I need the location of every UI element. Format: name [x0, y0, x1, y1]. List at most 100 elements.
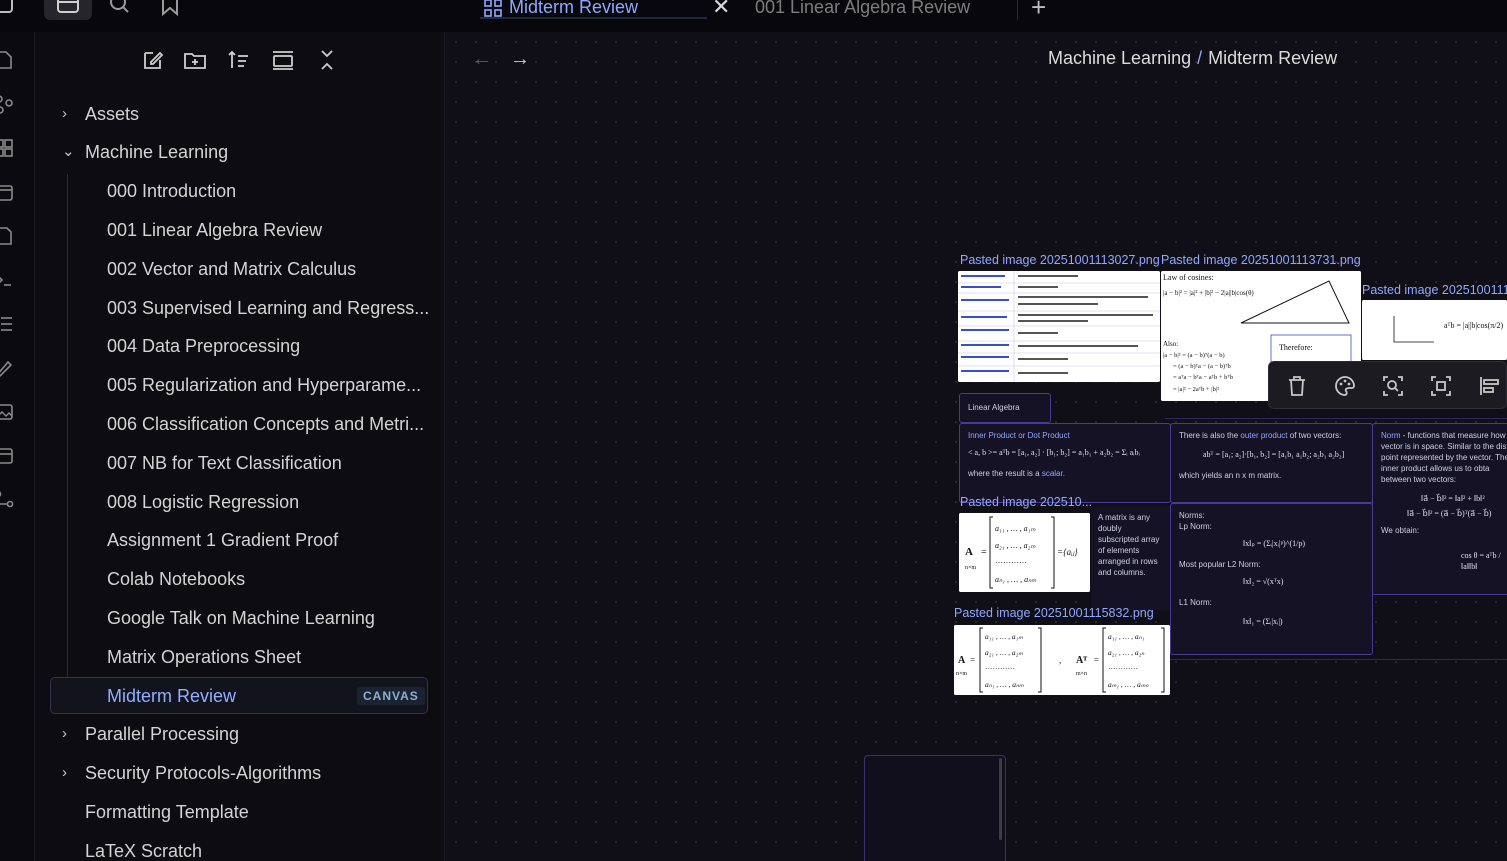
file-matrix-operations[interactable]: Matrix Operations Sheet	[107, 640, 301, 674]
tab-bar: Midterm Review ✕ 001 Linear Algebra Revi…	[0, 0, 1507, 32]
node-toolbar	[1268, 361, 1507, 409]
file-latex-scratch[interactable]: LaTeX Scratch	[85, 834, 202, 861]
fit-node-icon[interactable]	[1429, 374, 1453, 398]
tab-label: Midterm Review	[509, 0, 639, 17]
also-label: Also:	[1163, 340, 1178, 348]
align-icon[interactable]	[1477, 374, 1501, 398]
delete-icon[interactable]	[1285, 374, 1309, 398]
svg-text:=: =	[981, 547, 987, 558]
list-icon[interactable]	[0, 314, 14, 334]
new-note-icon[interactable]	[0, 50, 14, 70]
file-003-supervised-learning[interactable]: 003 Supervised Learning and Regress...	[107, 291, 429, 325]
back-arrow-icon[interactable]: ←	[472, 48, 492, 71]
collapse-all-icon[interactable]	[315, 48, 339, 72]
file-colab-notebooks[interactable]: Colab Notebooks	[107, 562, 245, 596]
svg-text:a₂₁ , … , a₂ₙ: a₂₁ , … , a₂ₙ	[1108, 648, 1145, 657]
bookmark-icon[interactable]	[160, 0, 180, 16]
l1-norm-label: L1 Norm:	[1179, 598, 1212, 607]
zoom-to-selection-icon[interactable]	[1381, 374, 1405, 398]
file-explorer: › Assets ⌄ Machine Learning 000 Introducti…	[35, 32, 445, 861]
folder-parallel-processing[interactable]: › Parallel Processing	[62, 717, 239, 751]
calendar-icon[interactable]	[0, 182, 14, 202]
svg-text:= |a|² − 2aᵀb + |b|²: = |a|² − 2aᵀb + |b|²	[1173, 386, 1219, 393]
file-004-data-preprocessing[interactable]: 004 Data Preprocessing	[107, 329, 300, 363]
close-tab-icon[interactable]: ✕	[712, 0, 730, 20]
file-005-regularization[interactable]: 005 Regularization and Hyperparame...	[107, 368, 421, 402]
svg-text:aᵀb = |a||b|cos(π/2): aᵀb = |a||b|cos(π/2)	[1444, 321, 1504, 330]
chevron-right-icon: ›	[62, 105, 67, 122]
tab-divider	[1017, 0, 1018, 20]
image-node-label[interactable]: Pasted image 20251001113027.png	[960, 253, 1160, 267]
image-node-dot-product-cos[interactable]: aᵀb = |a||b|cos(π/2)	[1362, 300, 1507, 360]
node-scrollbar[interactable]	[999, 758, 1002, 840]
breadcrumb-current[interactable]: Midterm Review	[1208, 48, 1337, 68]
file-001-linear-algebra-review[interactable]: 001 Linear Algebra Review	[107, 213, 322, 247]
group-label-linear-algebra[interactable]: Linear Algebra	[959, 393, 1051, 423]
file-006-classification[interactable]: 006 Classification Concepts and Metri...	[107, 407, 424, 441]
text-node-inner-product[interactable]: Inner Product or Dot Product < a, b >= a…	[959, 423, 1171, 503]
file-midterm-review[interactable]: Midterm Review	[107, 679, 236, 713]
svg-text:aₙ₁ , … , aₙₘ: aₙ₁ , … , aₙₘ	[995, 575, 1036, 584]
files-tab-button[interactable]	[44, 0, 92, 20]
empty-text-node[interactable]	[864, 755, 1006, 861]
image-node-matrix-definition[interactable]: A n×m = a₁₁ , … , a₁ₘ a₂₁ , … , a₂ₘ ……………	[959, 513, 1090, 592]
file-formatting-template[interactable]: Formatting Template	[85, 795, 249, 829]
file-007-nb-text[interactable]: 007 NB for Text Classification	[107, 446, 342, 480]
svg-text:n×m: n×m	[965, 565, 976, 571]
command-icon[interactable]	[0, 270, 14, 290]
file-google-talk[interactable]: Google Talk on Machine Learning	[107, 601, 375, 635]
tree-item-label: Colab Notebooks	[107, 569, 246, 589]
tab-label: 001 Linear Algebra Review	[755, 0, 971, 17]
canvas-icon[interactable]	[0, 138, 14, 158]
text-node-norm[interactable]: Norm - functions that measure how vector…	[1372, 423, 1507, 595]
tree-item-label: Machine Learning	[85, 142, 229, 162]
svg-text:,: ,	[1059, 655, 1061, 665]
svg-text:a₁₁ , … , a₁ₘ: a₁₁ , … , a₁ₘ	[985, 632, 1023, 641]
text-node-outer-product[interactable]: There is also the outer product of two v…	[1170, 423, 1373, 503]
draw-icon[interactable]	[0, 358, 14, 378]
sidebar-toggle-icon[interactable]	[0, 0, 16, 16]
folder-machine-learning[interactable]: ⌄ Machine Learning	[62, 135, 229, 169]
graph-view-icon[interactable]	[0, 94, 14, 114]
forward-arrow-icon[interactable]: →	[510, 48, 530, 71]
folder-security-protocols[interactable]: › Security Protocols-Algorithms	[62, 756, 321, 790]
svg-text:n×m: n×m	[956, 671, 967, 677]
palette-icon[interactable]	[1333, 374, 1357, 398]
matrix-transpose-image: A n×m = a₁₁ , … , a₁ₘ a₂₁ , … , a₂ₘ ……………	[954, 625, 1170, 695]
new-folder-icon[interactable]	[183, 48, 207, 72]
tree-item-label: 001 Linear Algebra Review	[107, 220, 323, 240]
folder-assets[interactable]: › Assets	[62, 97, 139, 131]
image-node-matrix-transpose[interactable]: A n×m = a₁₁ , … , a₁ₘ a₂₁ , … , a₂ₘ ……………	[954, 625, 1170, 695]
file-assignment-1[interactable]: Assignment 1 Gradient Proof	[107, 523, 338, 557]
text-node-norms[interactable]: Norms: Lp Norm: ‖x‖ₚ = (Σᵢ|xᵢ|ᵖ)^(1/p) M…	[1170, 503, 1373, 655]
tab-linear-algebra-review[interactable]: 001 Linear Algebra Review	[745, 0, 1017, 20]
breadcrumb-parent[interactable]: Machine Learning	[1048, 48, 1191, 68]
file-000-introduction[interactable]: 000 Introduction	[107, 174, 236, 208]
tree-item-label: Google Talk on Machine Learning	[107, 608, 375, 628]
sort-icon[interactable]	[227, 48, 251, 72]
auto-reveal-icon[interactable]	[271, 48, 295, 72]
workflow-icon[interactable]	[0, 490, 14, 510]
image-node-label[interactable]: Pasted image 2025100111	[1362, 283, 1507, 297]
chevron-down-icon: ⌄	[62, 143, 75, 160]
templates-icon[interactable]	[0, 226, 14, 246]
tree-item-label: 008 Logistic Regression	[107, 492, 300, 512]
image-node-vector-axioms[interactable]	[958, 271, 1160, 382]
tab-midterm-review[interactable]: Midterm Review	[470, 0, 707, 20]
image-icon[interactable]	[0, 402, 14, 422]
l2-norm-label: Most popular L2 Norm:	[1179, 560, 1261, 569]
svg-text:A: A	[958, 655, 966, 666]
search-icon[interactable]	[108, 0, 130, 16]
image-node-label[interactable]: Pasted image 20251001115832.png	[954, 606, 1154, 620]
new-note-icon[interactable]	[141, 48, 165, 72]
new-tab-icon[interactable]: +	[1031, 0, 1046, 23]
table-icon[interactable]	[0, 446, 14, 466]
svg-text:a₂₁ , … , a₂ₘ: a₂₁ , … , a₂ₘ	[995, 541, 1035, 550]
image-node-label[interactable]: Pasted image 202510...	[960, 495, 1092, 509]
canvas-icon	[484, 0, 502, 17]
svg-text:a₁₁ , … , aₙ₁: a₁₁ , … , aₙ₁	[1108, 632, 1145, 641]
file-002-vector-matrix-calculus[interactable]: 002 Vector and Matrix Calculus	[107, 252, 356, 286]
text-node-matrix-description[interactable]: A matrix is any doubly subscripted array…	[1091, 506, 1171, 610]
file-008-logistic-regression[interactable]: 008 Logistic Regression	[107, 485, 299, 519]
image-node-label[interactable]: Pasted image 20251001113731.png	[1161, 253, 1361, 267]
